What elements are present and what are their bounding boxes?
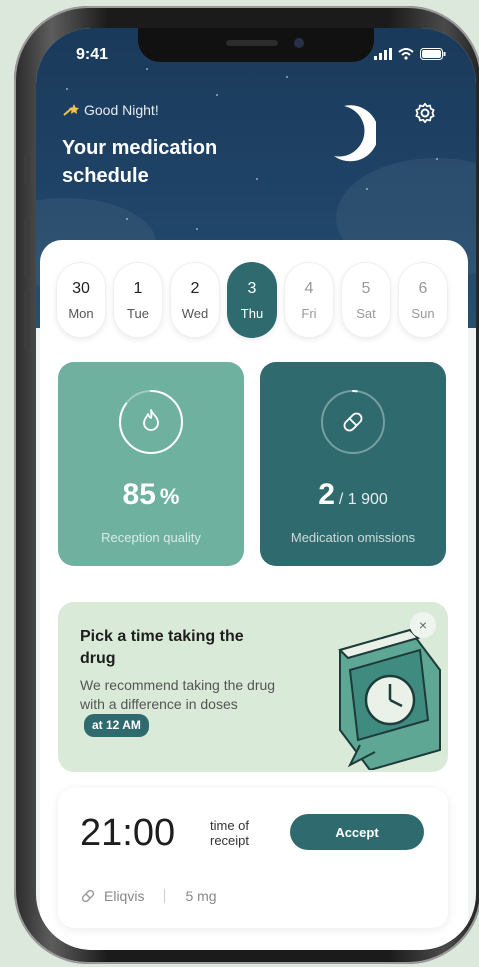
time-badge: at 12 AM	[84, 714, 149, 737]
greeting: Good Night!	[62, 102, 159, 118]
day-number: 5	[361, 279, 371, 297]
omissions-number: 2	[318, 478, 335, 511]
day-name: Fri	[301, 305, 317, 321]
quality-suffix: %	[159, 484, 180, 509]
quality-value: 85%	[123, 478, 180, 512]
quality-ring	[117, 388, 185, 456]
tip-title: Pick a time taking the drug	[80, 628, 244, 667]
battery-icon	[420, 48, 446, 60]
greeting-text: Good Night!	[84, 102, 159, 118]
day-number: 6	[418, 279, 428, 297]
drug-name: Eliqvis	[104, 888, 145, 904]
speaker	[226, 40, 278, 46]
drug-dose: 5 mg	[185, 888, 217, 904]
omissions-label: Medication omissions	[290, 530, 416, 545]
tip-text: We recommend taking the drug with a diff…	[80, 677, 276, 712]
shooting-star-icon	[63, 104, 79, 116]
day-name: Thu	[240, 305, 264, 321]
day-number: 30	[72, 279, 90, 297]
day-name: Mon	[68, 305, 94, 321]
progress-ring	[321, 390, 385, 454]
screen: 9:41 Good Night! Your medication schedul…	[36, 28, 476, 950]
progress-ring	[119, 390, 183, 454]
close-button[interactable]: ×	[410, 612, 436, 638]
pill-icon	[343, 412, 363, 432]
day-item-fri[interactable]: 4 Fri	[284, 262, 334, 338]
day-name: Tue	[127, 305, 149, 321]
wifi-icon	[398, 48, 414, 60]
status-time: 9:41	[76, 46, 109, 63]
day-name: Sun	[411, 305, 435, 321]
omissions-total: / 1 900	[338, 491, 388, 508]
status-icons	[374, 48, 446, 60]
omissions-value: 2/ 1 900	[318, 478, 388, 512]
tip-card: Pick a time taking the drug We recommend…	[58, 602, 448, 772]
accept-button[interactable]: Accept	[290, 814, 424, 850]
day-item-sat[interactable]: 5 Sat	[341, 262, 391, 338]
gear-icon[interactable]	[412, 100, 438, 126]
medication-omissions-card[interactable]: 2/ 1 900 Medication omissions	[260, 362, 446, 566]
page-title: Your medication schedule	[62, 137, 218, 187]
signal-icon	[374, 48, 392, 60]
alarm-clock-illustration	[338, 628, 441, 770]
front-camera	[294, 38, 304, 48]
pill-icon	[81, 889, 95, 903]
day-number: 1	[133, 279, 143, 297]
day-item-wed[interactable]: 2 Wed	[170, 262, 220, 338]
quality-number: 85	[122, 478, 156, 511]
mute-switch	[24, 156, 30, 184]
day-selector: 30 Mon 1 Tue 2 Wed 3 Thu 4 Fri 5 Sat 6 Sun	[56, 262, 448, 338]
flame-icon	[143, 409, 159, 431]
day-number: 4	[304, 279, 314, 297]
day-name: Sat	[356, 305, 376, 321]
day-item-sun[interactable]: 6 Sun	[398, 262, 448, 338]
volume-up-button	[24, 220, 30, 276]
receipt-card: 21:00 time of receipt Accept Eliqvis 5 m…	[58, 788, 448, 928]
volume-down-button	[24, 292, 30, 348]
content-sheet: 30 Mon 1 Tue 2 Wed 3 Thu 4 Fri 5 Sat 6 Sun 85% …	[40, 240, 468, 950]
moon-icon	[334, 105, 376, 162]
day-item-thu[interactable]: 3 Thu	[227, 262, 277, 338]
drug-info: Eliqvis 5 mg	[80, 888, 217, 904]
quality-label: Reception quality	[101, 530, 201, 545]
omissions-ring	[319, 388, 387, 456]
day-number: 3	[247, 279, 257, 297]
reception-quality-card[interactable]: 85% Reception quality	[58, 362, 244, 566]
day-item-tue[interactable]: 1 Tue	[113, 262, 163, 338]
day-number: 2	[190, 279, 200, 297]
tip-body: We recommend taking the drug with a diff…	[80, 676, 280, 737]
receipt-time: 21:00	[80, 812, 176, 854]
receipt-label: time of receipt	[210, 818, 250, 848]
day-name: Wed	[181, 305, 209, 321]
divider	[164, 889, 166, 903]
day-item-mon[interactable]: 30 Mon	[56, 262, 106, 338]
